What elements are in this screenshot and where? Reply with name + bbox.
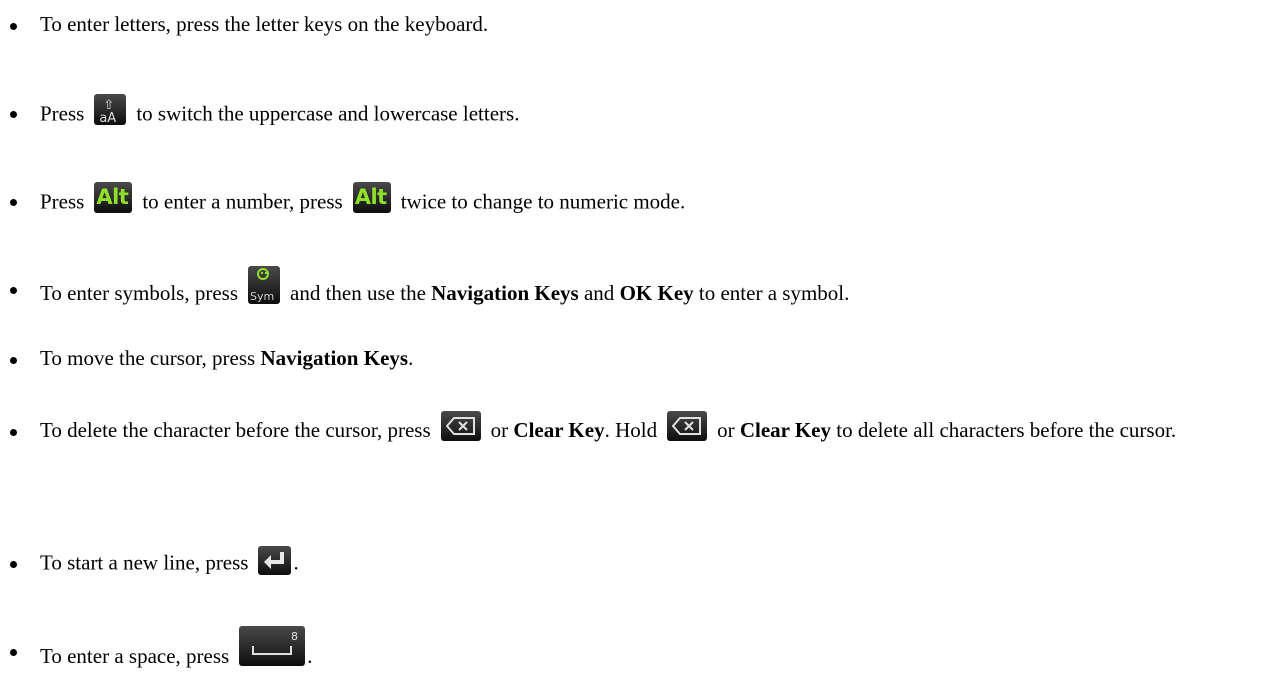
- backspace-key-icon: [440, 411, 481, 442]
- item-text: or: [490, 418, 509, 442]
- bullet: [10, 287, 17, 294]
- item-text: .: [293, 550, 299, 575]
- shift-key-label: aA: [99, 111, 117, 126]
- sym-key-icon: Sym: [248, 266, 281, 304]
- alt-key-icon: Alt: [352, 182, 391, 213]
- bullet: [10, 23, 17, 30]
- bold-term: OK Key: [619, 280, 694, 305]
- shift-aA-key-icon: ⇧ aA: [94, 94, 127, 126]
- bullet: [10, 649, 17, 656]
- bullet: [10, 561, 17, 568]
- item-text: .: [408, 346, 414, 370]
- alt-key-icon: Alt: [94, 182, 133, 213]
- item-text: Press: [40, 189, 85, 214]
- svg-text:8: 8: [291, 630, 298, 643]
- item-text: or: [717, 418, 735, 442]
- item-text: To start a new line, press: [40, 550, 249, 575]
- item-text: To move the cursor, press: [40, 346, 256, 370]
- item-text: twice to change to numeric mode.: [400, 189, 686, 214]
- enter-key-icon: [258, 546, 292, 575]
- bullet: [10, 357, 17, 364]
- item-text: .: [307, 643, 313, 668]
- item-text: to enter a number, press: [142, 189, 343, 214]
- item-text: Press: [40, 101, 85, 126]
- item-text: To enter symbols, press: [40, 280, 239, 305]
- bold-term: Navigation Keys: [260, 346, 409, 370]
- item-text: to enter a symbol.: [698, 280, 850, 305]
- item-text: and then use the: [290, 280, 426, 305]
- backspace-key-icon: [667, 411, 708, 442]
- bullet: [10, 199, 17, 206]
- bold-term: Navigation Keys: [431, 280, 579, 305]
- bold-term: Clear Key: [513, 418, 605, 442]
- item-text: to switch the uppercase and lowercase le…: [136, 101, 520, 126]
- item-text: to delete all characters before the curs…: [836, 418, 1177, 442]
- bold-term: Clear Key: [739, 418, 831, 442]
- alt-key-label: Alt: [354, 185, 388, 209]
- sym-key-label: Sym: [250, 290, 275, 303]
- item-text: To enter letters, press the letter keys …: [40, 12, 489, 36]
- bullet: [10, 429, 17, 436]
- alt-key-label: Alt: [96, 185, 129, 209]
- item-text: and: [583, 280, 615, 305]
- item-text: To enter a space, press: [40, 643, 230, 668]
- item-text: . Hold: [604, 418, 658, 442]
- bullet: [10, 111, 17, 118]
- space-key-icon: 8: [239, 626, 306, 666]
- item-text: To delete the character before the curso…: [40, 418, 431, 442]
